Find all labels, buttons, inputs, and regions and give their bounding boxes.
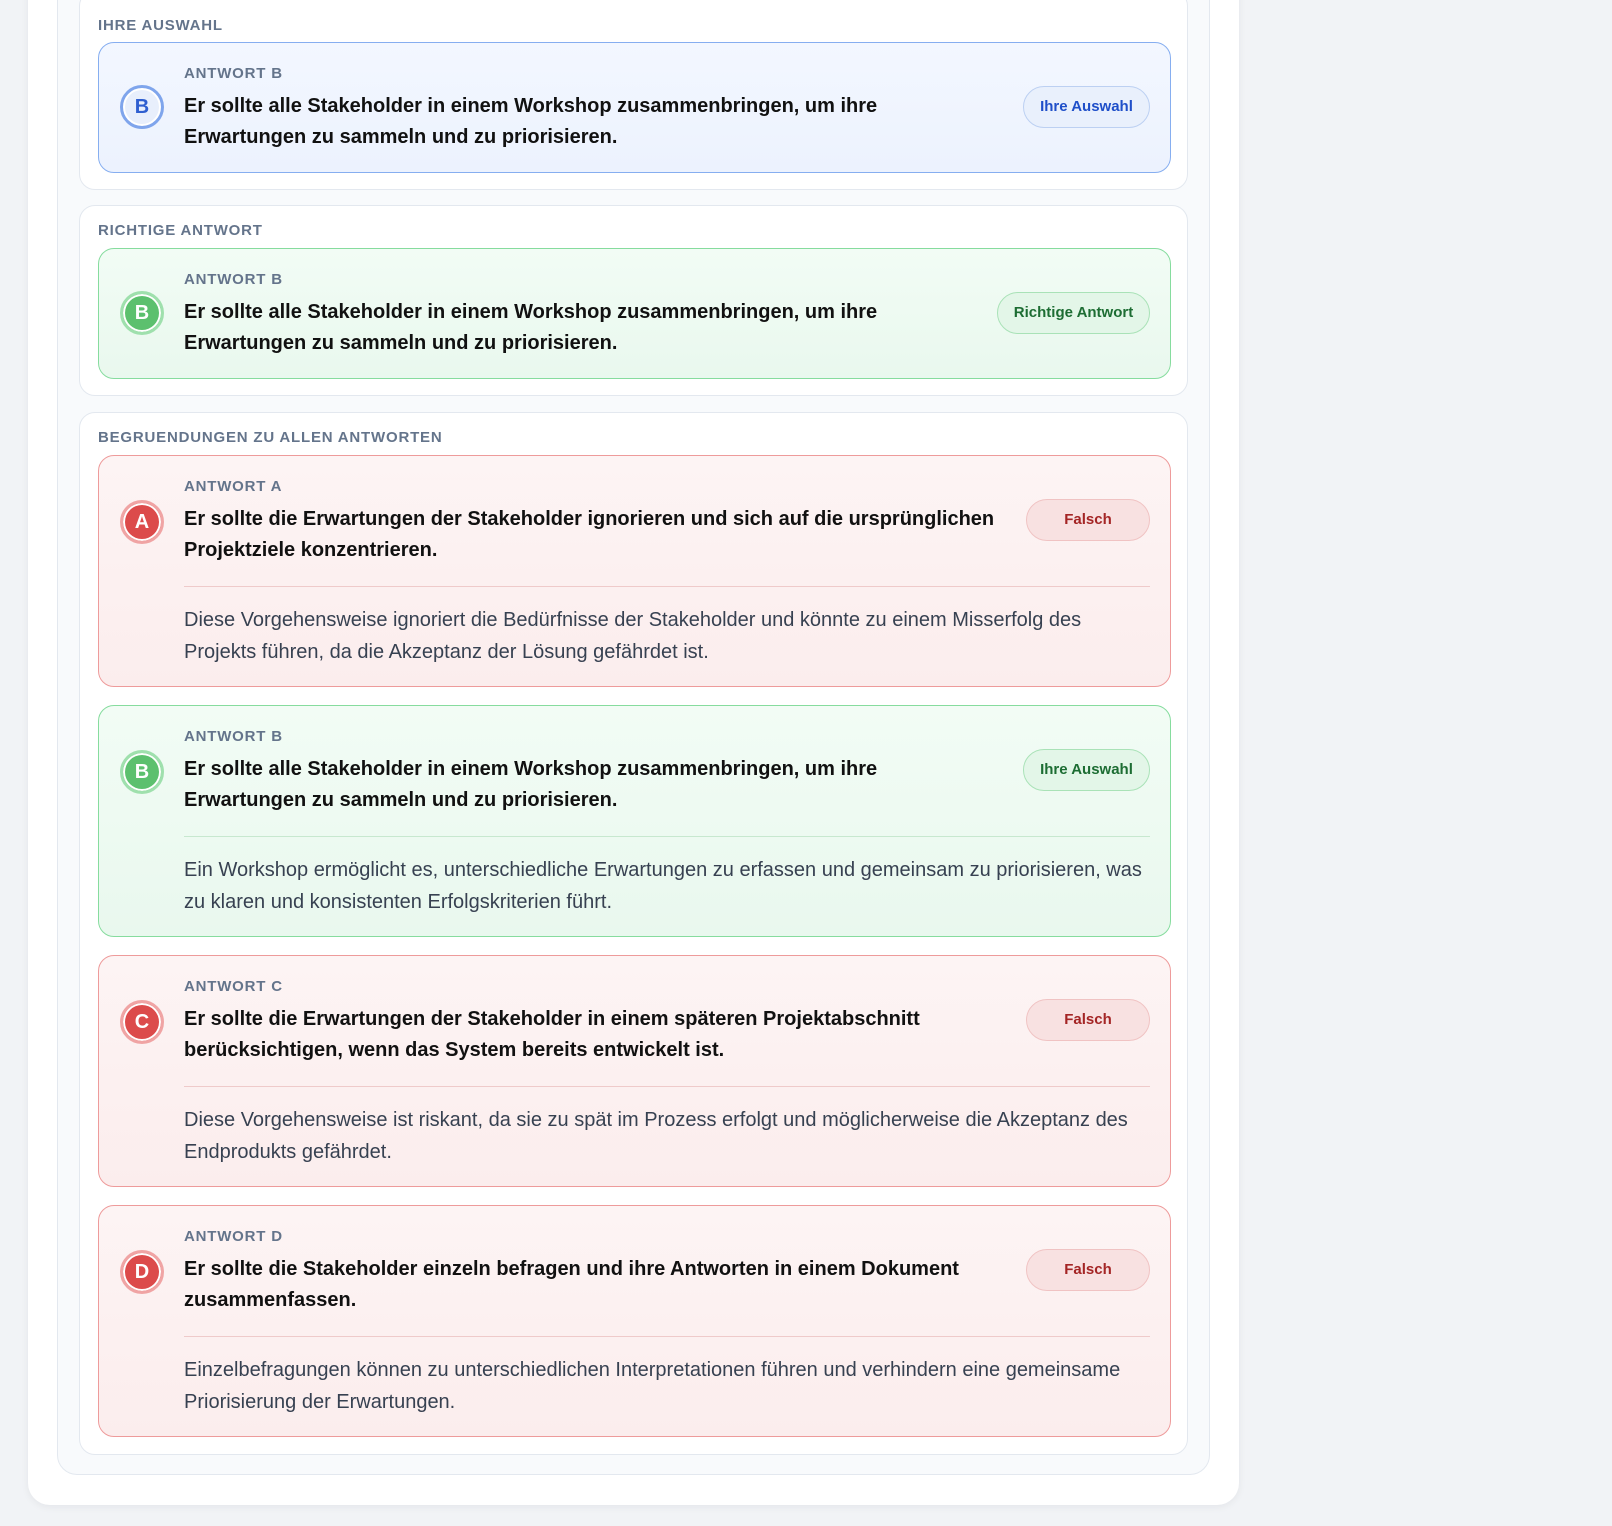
answer-card-c: C ANTWORT C Er sollte die Erwartungen de…	[98, 955, 1171, 1187]
section-title: BEGRUENDUNGEN ZU ALLEN ANTWORTEN	[98, 429, 443, 446]
answer-card-a: A ANTWORT A Er sollte die Erwartungen de…	[98, 455, 1171, 687]
answer-card-b: B ANTWORT B Er sollte alle Stakeholder i…	[98, 705, 1171, 937]
correct-answer-badge: Richtige Antwort	[997, 292, 1150, 334]
wrong-badge: Falsch	[1026, 1249, 1150, 1291]
answer-letter-badge: B	[120, 750, 164, 794]
answer-card-d: D ANTWORT D Er sollte die Stakeholder ei…	[98, 1205, 1171, 1437]
answer-letter-badge: A	[120, 500, 164, 544]
divider	[184, 1086, 1150, 1087]
answer-label: ANTWORT C	[184, 978, 283, 995]
answer-label: ANTWORT B	[184, 271, 283, 288]
answer-letter-badge: D	[120, 1250, 164, 1294]
your-choice-badge: Ihre Auswahl	[1023, 86, 1150, 128]
answer-letter-badge: B	[120, 291, 164, 335]
wrong-badge: Falsch	[1026, 999, 1150, 1041]
answer-text: Er sollte die Erwartungen der Stakeholde…	[184, 508, 995, 561]
divider	[184, 1336, 1150, 1337]
answer-label: ANTWORT D	[184, 1228, 283, 1245]
explanation-text: Einzelbefragungen können zu unterschiedl…	[184, 1359, 1121, 1413]
explanations-section: BEGRUENDUNGEN ZU ALLEN ANTWORTEN A ANTWO…	[79, 412, 1188, 1455]
answer-text: Er sollte alle Stakeholder in einem Work…	[184, 758, 878, 811]
section-title: RICHTIGE ANTWORT	[98, 222, 263, 239]
correct-answer-section: RICHTIGE ANTWORT B ANTWORT B Er sollte a…	[79, 205, 1188, 396]
answer-label: ANTWORT B	[184, 728, 283, 745]
selected-answer-card: B ANTWORT B Er sollte alle Stakeholder i…	[98, 42, 1171, 173]
explanation-text: Diese Vorgehensweise ignoriert die Bedür…	[184, 609, 1082, 663]
answer-letter-badge: C	[120, 1000, 164, 1044]
correct-answer-card: B ANTWORT B Er sollte alle Stakeholder i…	[98, 248, 1171, 379]
answer-text: Er sollte die Erwartungen der Stakeholde…	[184, 1008, 920, 1061]
answer-text: Er sollte alle Stakeholder in einem Work…	[184, 95, 878, 148]
explanation-text: Ein Workshop ermöglicht es, unterschiedl…	[184, 859, 1142, 913]
answer-letter-badge: B	[120, 85, 164, 129]
selected-answer-section: IHRE AUSWAHL B ANTWORT B Er sollte alle …	[79, 0, 1188, 190]
your-choice-badge: Ihre Auswahl	[1023, 749, 1150, 791]
explanation-text: Diese Vorgehensweise ist riskant, da sie…	[184, 1109, 1128, 1163]
answer-label: ANTWORT B	[184, 65, 283, 82]
section-title: IHRE AUSWAHL	[98, 17, 223, 34]
answer-text: Er sollte die Stakeholder einzeln befrag…	[184, 1258, 959, 1311]
answer-label: ANTWORT A	[184, 478, 283, 495]
divider	[184, 836, 1150, 837]
wrong-badge: Falsch	[1026, 499, 1150, 541]
answer-text: Er sollte alle Stakeholder in einem Work…	[184, 301, 878, 354]
divider	[184, 586, 1150, 587]
